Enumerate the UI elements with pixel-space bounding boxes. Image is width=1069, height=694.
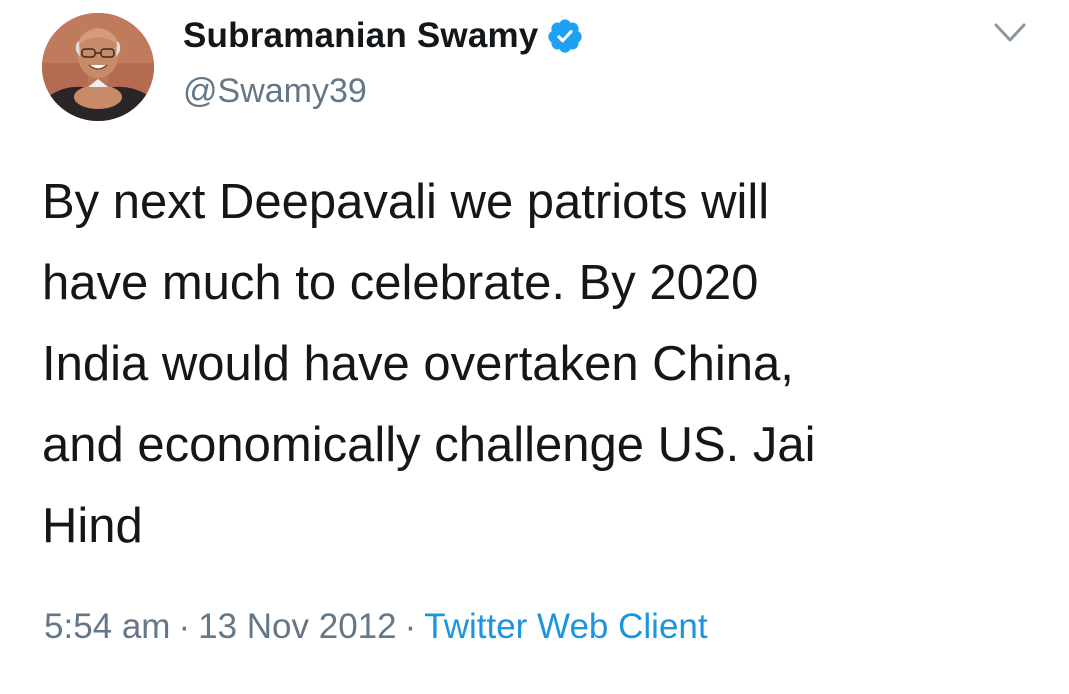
author-display-name[interactable]: Subramanian Swamy — [183, 16, 538, 56]
tweet-text: By next Deepavali we patriots will have … — [42, 175, 816, 553]
author-handle[interactable]: @Swamy39 — [183, 72, 367, 111]
meta-separator: · — [178, 607, 191, 646]
tweet-source-link[interactable]: Twitter Web Client — [424, 607, 707, 646]
tweet-card: Subramanian Swamy @Swamy39 By next Deepa… — [0, 0, 1069, 694]
avatar-photo — [42, 13, 154, 121]
tweet-meta: 5:54 am · 13 Nov 2012 · Twitter Web Client — [44, 607, 708, 647]
meta-separator: · — [404, 607, 417, 646]
chevron-down-icon[interactable] — [993, 22, 1027, 44]
avatar[interactable] — [42, 13, 154, 121]
tweet-date[interactable]: 13 Nov 2012 — [198, 607, 396, 646]
tweet-time[interactable]: 5:54 am — [44, 607, 170, 646]
author-name-row: Subramanian Swamy — [183, 14, 584, 58]
verified-badge-icon — [546, 17, 584, 55]
